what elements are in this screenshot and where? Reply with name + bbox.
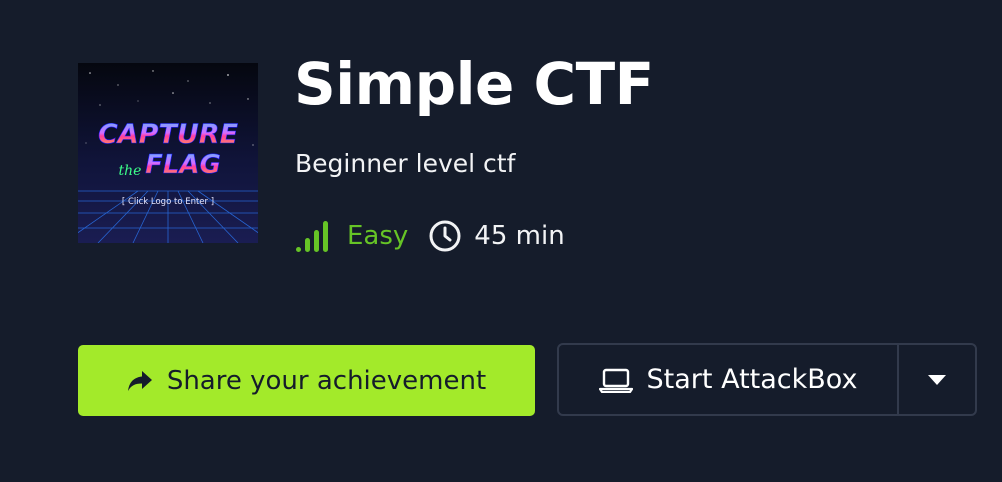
- logo-line1: CAPTURE: [98, 119, 239, 150]
- attackbox-button-label: Start AttackBox: [646, 364, 858, 395]
- room-meta: Easy 45 min: [295, 216, 565, 256]
- share-button-label: Share your achievement: [166, 365, 487, 396]
- capture-the-flag-logo-image: CAPTURE the FLAG [ Click Logo to Enter ]: [78, 63, 258, 243]
- signal-bars-icon: [296, 221, 328, 252]
- start-attackbox-button[interactable]: Start AttackBox: [559, 345, 897, 414]
- logo-caption: [ Click Logo to Enter ]: [122, 197, 214, 207]
- share-arrow-icon: [127, 370, 152, 391]
- attackbox-dropdown-button[interactable]: [897, 345, 975, 414]
- clock-icon: [429, 220, 461, 252]
- difficulty-indicator: Easy: [295, 219, 408, 253]
- room-logo[interactable]: CAPTURE the FLAG [ Click Logo to Enter ]: [78, 63, 258, 243]
- caret-down-icon: [928, 374, 946, 385]
- logo-line2-small: the: [119, 163, 142, 179]
- laptop-icon: [598, 368, 633, 393]
- duration-label: 45 min: [474, 221, 565, 251]
- room-description: Beginner level ctf: [295, 149, 516, 178]
- share-achievement-button[interactable]: Share your achievement: [78, 345, 535, 416]
- room-title: Simple CTF: [294, 50, 654, 118]
- difficulty-label: Easy: [347, 221, 409, 251]
- attackbox-button-group: Start AttackBox: [557, 343, 977, 416]
- duration-indicator: 45 min: [428, 219, 565, 253]
- logo-line2: FLAG: [145, 150, 221, 180]
